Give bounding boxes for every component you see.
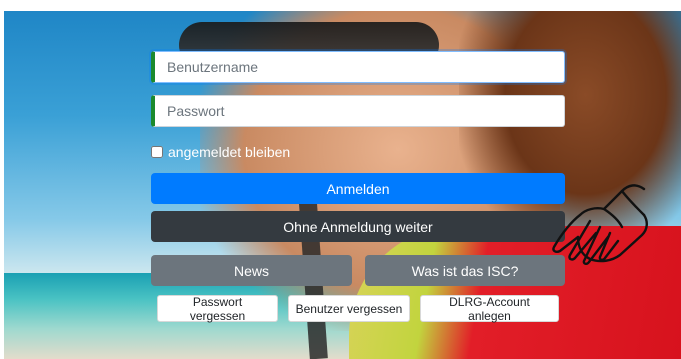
login-form: angemeldet bleiben Anmelden Ohne Anmeldu… [0, 0, 681, 359]
news-button[interactable]: News [151, 255, 352, 286]
pointing-hand-icon [552, 184, 648, 265]
remember-me-label: angemeldet bleiben [168, 144, 291, 160]
forgot-user-button[interactable]: Benutzer vergessen [288, 295, 410, 322]
forgot-password-button[interactable]: Passwort vergessen [157, 295, 278, 323]
username-input[interactable] [151, 51, 565, 83]
create-dlrg-account-button[interactable]: DLRG-Account anlegen [420, 295, 559, 323]
password-input[interactable] [151, 95, 565, 127]
remember-me[interactable]: angemeldet bleiben [151, 143, 290, 161]
about-isc-button[interactable]: Was ist das ISC? [365, 255, 565, 286]
continue-without-login-button[interactable]: Ohne Anmeldung weiter [151, 211, 565, 242]
login-button[interactable]: Anmelden [151, 173, 565, 204]
remember-me-checkbox[interactable] [151, 146, 163, 158]
